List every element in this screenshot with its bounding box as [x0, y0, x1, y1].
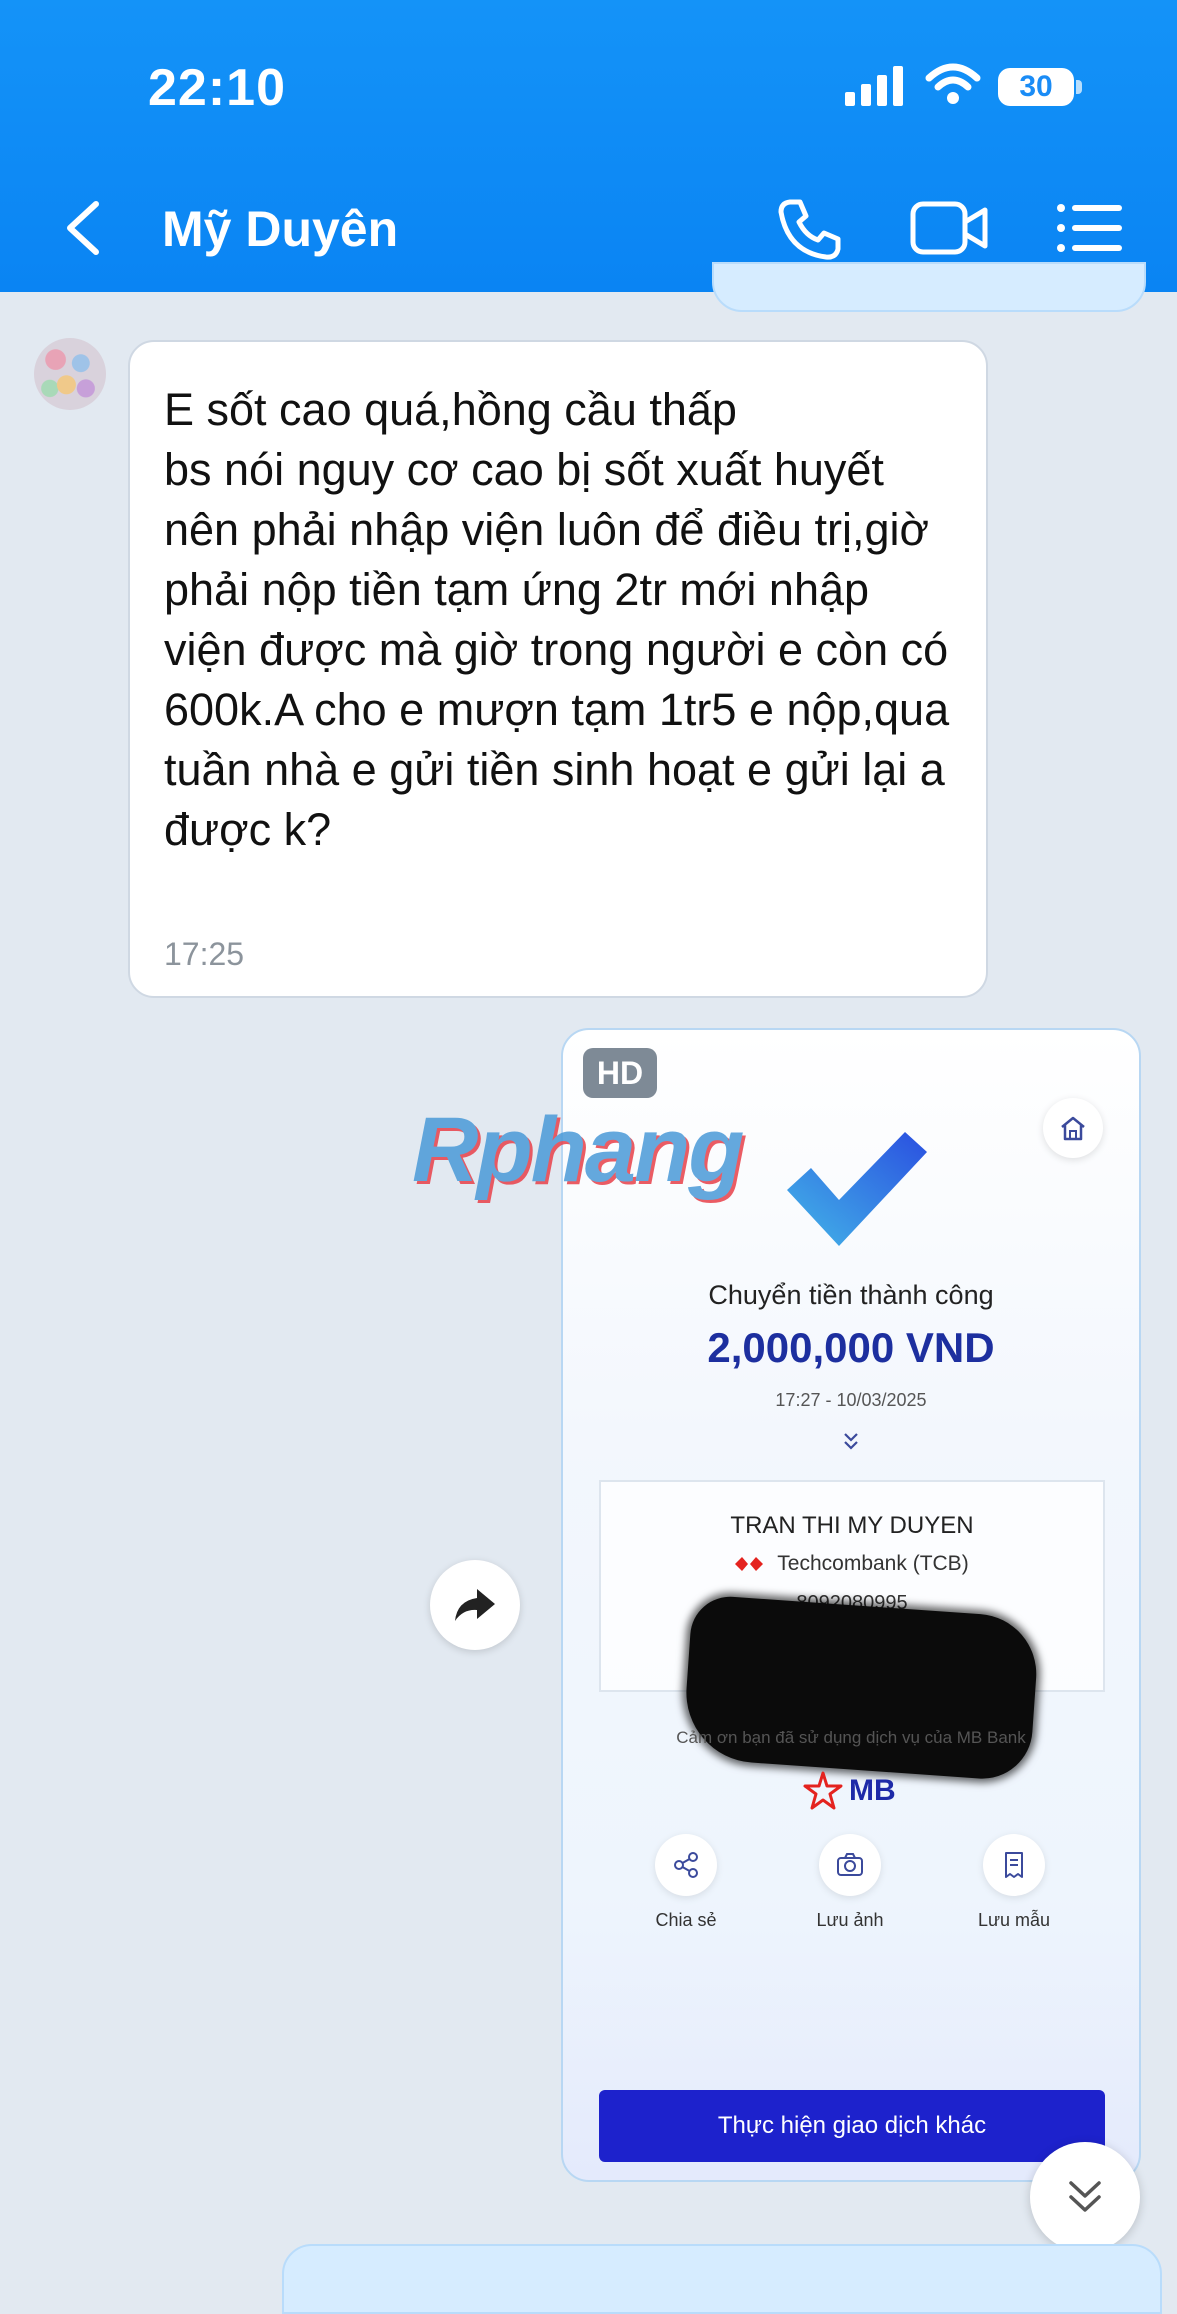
redaction-scribble: [681, 1594, 1041, 1782]
incoming-message-bubble[interactable]: E sốt cao quá,hồng cầu thấp bs nói nguy …: [128, 340, 988, 998]
transfer-datetime: 17:27 - 10/03/2025: [775, 1390, 927, 1410]
double-chevron-down-icon: [1069, 2181, 1101, 2212]
save-template-action: Lưu mẫu: [949, 1834, 1079, 1931]
chat-header: 22:10 30 Mỹ Duyên: [0, 0, 1177, 292]
previous-message-bubble[interactable]: [712, 262, 1146, 312]
save-template-label: Lưu mẫu: [977, 1910, 1051, 1930]
back-icon[interactable]: [62, 198, 104, 258]
bank-name: Techcombank (TCB): [777, 1552, 969, 1575]
share-icon: [655, 1834, 717, 1896]
scroll-to-bottom-button[interactable]: [1030, 2142, 1140, 2252]
mb-star-icon: [803, 1771, 843, 1810]
camera-icon: [819, 1834, 881, 1896]
home-icon: [1043, 1098, 1103, 1158]
thanks-text: Cảm ơn bạn đã sử dụng dịch vụ của MB Ban…: [676, 1728, 1026, 1747]
message-text: E sốt cao quá,hồng cầu thấp bs nói nguy …: [164, 384, 950, 855]
status-time: 22:10: [148, 59, 286, 117]
bank-row: Techcombank (TCB): [601, 1552, 1103, 1576]
share-label: Chia sẻ: [655, 1910, 717, 1930]
forward-button[interactable]: [430, 1560, 520, 1650]
recipient-name: TRAN THI MY DUYEN: [730, 1512, 974, 1539]
signal-icon: [845, 66, 903, 106]
list-menu-icon[interactable]: [1056, 202, 1122, 254]
phone-call-icon[interactable]: [776, 196, 842, 262]
message-timestamp: 17:25: [164, 936, 245, 972]
transfer-status: Chuyển tiền thành công: [708, 1280, 994, 1310]
mb-logo-text: MB: [849, 1774, 896, 1807]
save-image-label: Lưu ảnh: [816, 1910, 884, 1930]
contact-avatar[interactable]: [34, 338, 106, 410]
chat-title[interactable]: Mỹ Duyên: [162, 200, 398, 258]
watermark-logo: Rphang: [412, 1099, 744, 1201]
template-icon: [983, 1834, 1045, 1896]
success-check-icon: [787, 1132, 927, 1246]
share-action: Chia sẻ: [621, 1834, 751, 1931]
forward-arrow-icon: [455, 1589, 495, 1621]
mb-bank-logo: MB: [803, 1770, 896, 1812]
new-transaction-button: Thực hiện giao dịch khác: [599, 2090, 1105, 2162]
transfer-amount: 2,000,000 VND: [707, 1324, 995, 1371]
techcombank-logo-icon: [735, 1557, 764, 1572]
battery-indicator: 30: [998, 68, 1074, 106]
battery-tip: [1076, 80, 1082, 94]
double-chevron-down-icon: [844, 1433, 858, 1450]
save-image-action: Lưu ảnh: [785, 1834, 915, 1931]
next-message-bubble[interactable]: [282, 2244, 1162, 2314]
hd-badge: HD: [583, 1048, 657, 1098]
wifi-icon: [925, 63, 981, 104]
video-call-icon[interactable]: [910, 200, 988, 256]
